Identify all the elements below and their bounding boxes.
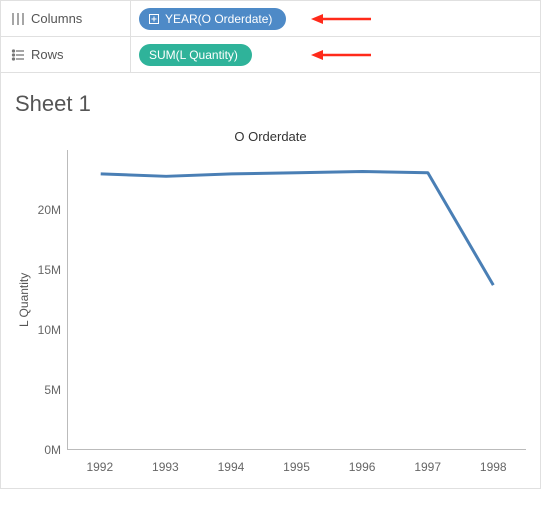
- columns-shelf-label-cell: Columns: [1, 1, 131, 36]
- rows-pill-area[interactable]: SUM(L Quantity): [131, 37, 541, 72]
- columns-pill-area[interactable]: YEAR(O Orderdate): [131, 1, 541, 36]
- y-tick-label: 5M: [44, 383, 61, 397]
- rows-pill-label: SUM(L Quantity): [149, 48, 238, 62]
- y-axis-ticks: 20M15M10M5M0M: [33, 150, 67, 450]
- expand-icon[interactable]: [149, 14, 159, 24]
- shelves: Columns YEAR(O Orderdate) Rows SUM(L Qua…: [0, 0, 541, 73]
- x-axis-ticks: 1992199319941995199619971998: [67, 450, 526, 474]
- columns-icon: [11, 12, 25, 26]
- columns-shelf[interactable]: Columns YEAR(O Orderdate): [0, 0, 541, 36]
- columns-shelf-label: Columns: [31, 11, 82, 26]
- x-tick-label: 1993: [133, 460, 199, 474]
- y-tick-label: 20M: [38, 203, 61, 217]
- columns-pill[interactable]: YEAR(O Orderdate): [139, 8, 286, 30]
- chart-y-axis-title: L Quantity: [15, 150, 33, 450]
- chart-x-axis-title: O Orderdate: [15, 129, 526, 144]
- rows-shelf[interactable]: Rows SUM(L Quantity): [0, 36, 541, 72]
- plot-area[interactable]: [67, 150, 526, 450]
- x-tick-label: 1994: [198, 460, 264, 474]
- sheet-area: Sheet 1 O Orderdate L Quantity 20M 15M 10M…: [0, 73, 541, 489]
- y-tick-label: 10M: [38, 323, 61, 337]
- y-tick-label: 15M: [38, 263, 61, 277]
- arrow-annotation-icon: [311, 12, 371, 26]
- columns-pill-label: YEAR(O Orderdate): [165, 12, 272, 26]
- line-series: [68, 150, 526, 449]
- chart: L Quantity 20M15M10M5M0M: [15, 150, 526, 450]
- rows-pill[interactable]: SUM(L Quantity): [139, 44, 252, 66]
- rows-icon: [11, 48, 25, 62]
- x-tick-label: 1992: [67, 460, 133, 474]
- x-tick-label: 1996: [329, 460, 395, 474]
- rows-shelf-label-cell: Rows: [1, 37, 131, 72]
- y-tick-label: 0M: [44, 443, 61, 457]
- sheet-title[interactable]: Sheet 1: [15, 91, 526, 117]
- x-tick-label: 1997: [395, 460, 461, 474]
- rows-shelf-label: Rows: [31, 47, 64, 62]
- x-tick-label: 1998: [460, 460, 526, 474]
- arrow-annotation-icon: [311, 48, 371, 62]
- x-tick-label: 1995: [264, 460, 330, 474]
